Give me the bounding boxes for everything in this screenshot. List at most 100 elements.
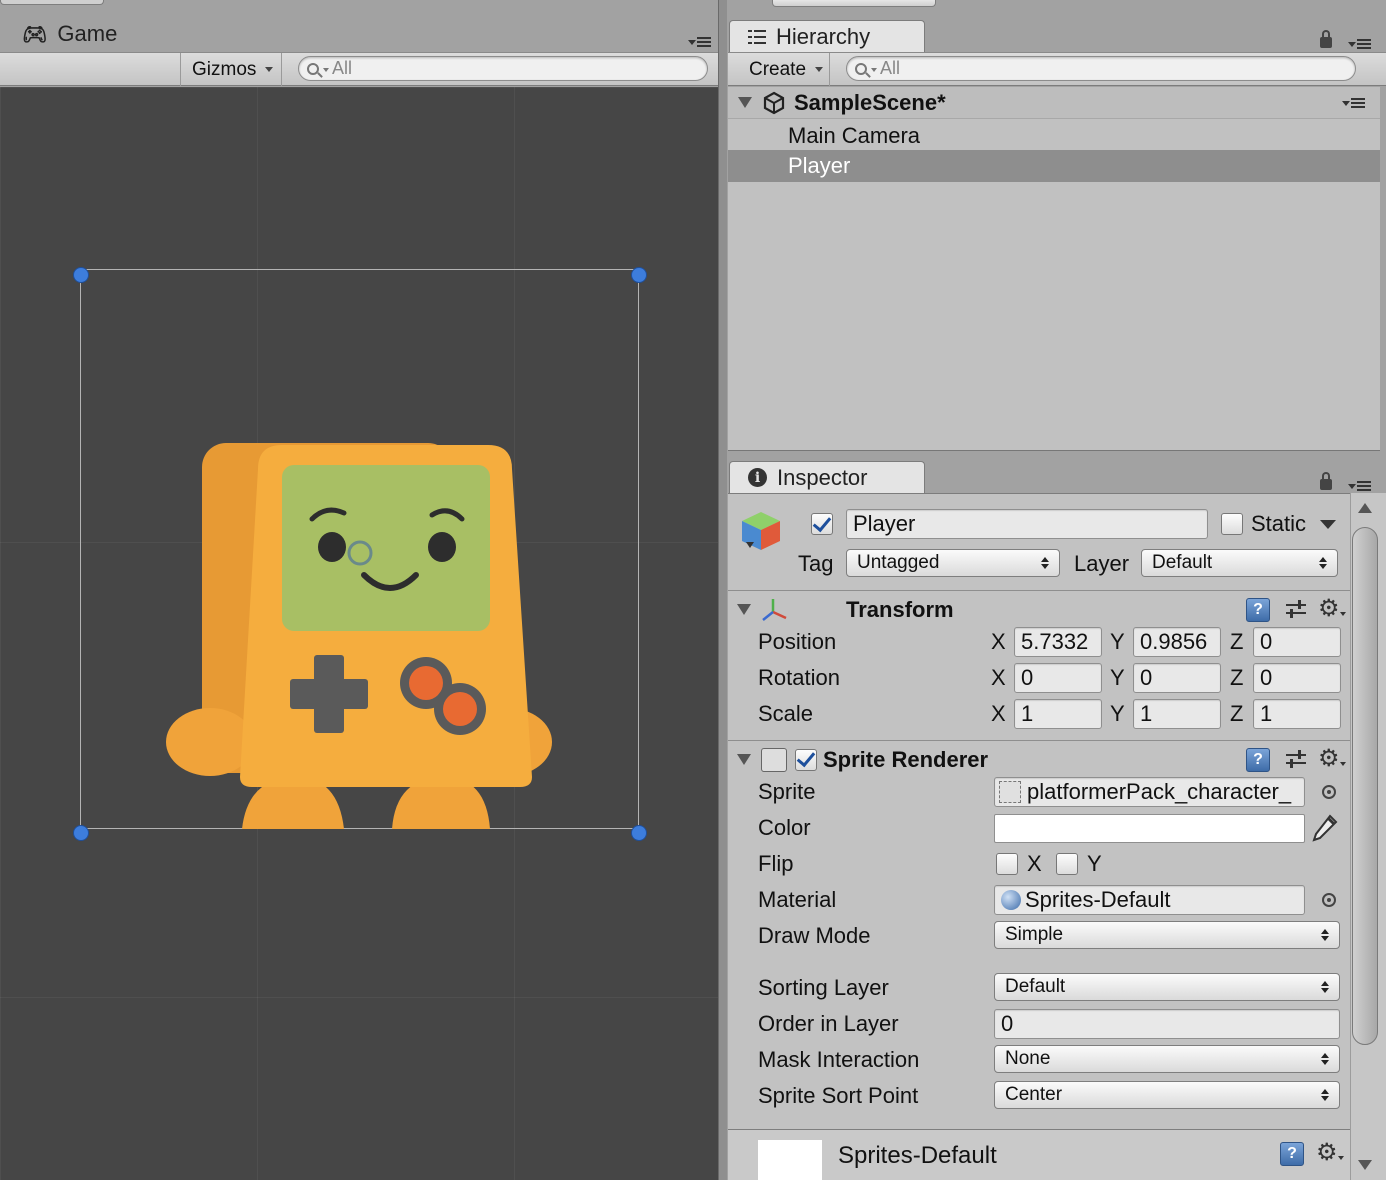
layer-value: Default bbox=[1152, 552, 1213, 573]
scale-z-field[interactable]: 1 bbox=[1253, 699, 1341, 729]
info-icon: i bbox=[748, 468, 767, 487]
rotation-y-value: 0 bbox=[1140, 665, 1153, 690]
top-toolbar-buttons[interactable] bbox=[772, 0, 936, 7]
sprite-renderer-enabled-checkbox[interactable] bbox=[795, 748, 817, 771]
help-book-icon[interactable]: ? bbox=[1246, 598, 1270, 622]
rotation-x-field[interactable]: 0 bbox=[1014, 663, 1102, 693]
sorting-layer-dropdown[interactable]: Default bbox=[994, 973, 1340, 1001]
rotation-y-field[interactable]: 0 bbox=[1133, 663, 1221, 693]
search-filter-caret-icon bbox=[871, 67, 877, 72]
position-x-field[interactable]: 5.7332 bbox=[1014, 627, 1102, 657]
rotation-z-field[interactable]: 0 bbox=[1253, 663, 1341, 693]
game-search-input[interactable]: All bbox=[298, 56, 708, 81]
position-label: Position bbox=[758, 629, 837, 654]
gameobject-active-checkbox[interactable] bbox=[811, 513, 833, 535]
preset-sliders-icon[interactable] bbox=[1284, 748, 1308, 772]
order-in-layer-field[interactable]: 0 bbox=[994, 1009, 1340, 1039]
tab-game[interactable]: 🎮︎ Game bbox=[0, 16, 160, 52]
layer-dropdown[interactable]: Default bbox=[1141, 549, 1338, 577]
scale-z-label: Z bbox=[1230, 701, 1244, 726]
material-value: Sprites-Default bbox=[1025, 887, 1171, 912]
sprite-renderer-header[interactable]: Sprite Renderer ? ⚙ bbox=[728, 740, 1350, 778]
help-book-icon[interactable]: ? bbox=[1246, 748, 1270, 772]
hierarchy-item-main-camera[interactable]: Main Camera bbox=[728, 120, 1380, 152]
sprite-renderer-title: Sprite Renderer bbox=[823, 746, 989, 772]
rect-handle-top-left[interactable] bbox=[73, 267, 89, 283]
gizmos-dropdown[interactable]: Gizmos bbox=[180, 53, 282, 86]
gear-caret-icon bbox=[1340, 762, 1346, 766]
material-asset-header[interactable]: Sprites-Default ? ⚙ bbox=[728, 1129, 1350, 1180]
tab-inspector-label: Inspector bbox=[777, 464, 868, 490]
panel-splitter[interactable] bbox=[718, 0, 727, 1180]
foldout-arrow-icon[interactable] bbox=[738, 97, 752, 108]
scroll-up-arrow-icon[interactable] bbox=[1358, 503, 1372, 513]
material-field[interactable]: Sprites-Default bbox=[994, 885, 1305, 915]
scene-row[interactable]: SampleScene* bbox=[728, 87, 1380, 119]
scale-x-field[interactable]: 1 bbox=[1014, 699, 1102, 729]
eyedropper-icon[interactable] bbox=[1310, 812, 1340, 844]
hierarchy-panel-menu-icon[interactable] bbox=[1348, 38, 1372, 52]
mask-interaction-dropdown[interactable]: None bbox=[994, 1045, 1340, 1073]
static-dropdown-icon[interactable] bbox=[1320, 520, 1336, 529]
updown-arrow-icon bbox=[1041, 557, 1049, 569]
hierarchy-tree: SampleScene* Main Camera Player bbox=[728, 87, 1380, 451]
game-panel-menu-icon[interactable] bbox=[688, 36, 712, 50]
sprite-field[interactable]: platformerPack_character_ bbox=[994, 777, 1305, 807]
tab-hierarchy[interactable]: Hierarchy bbox=[729, 20, 925, 52]
position-z-value: 0 bbox=[1260, 629, 1273, 654]
draw-mode-dropdown[interactable]: Simple bbox=[994, 921, 1340, 949]
rect-handle-top-right[interactable] bbox=[631, 267, 647, 283]
gear-caret-icon bbox=[1340, 612, 1346, 616]
rect-handle-bottom-right[interactable] bbox=[631, 825, 647, 841]
inspector-lock-icon[interactable] bbox=[1320, 472, 1332, 490]
color-label: Color bbox=[758, 815, 811, 840]
scale-y-label: Y bbox=[1110, 701, 1125, 726]
position-z-field[interactable]: 0 bbox=[1253, 627, 1341, 657]
gear-icon[interactable]: ⚙ bbox=[1316, 1140, 1340, 1164]
sprite-value: platformerPack_character_ bbox=[1027, 779, 1292, 804]
color-swatch[interactable] bbox=[994, 814, 1305, 843]
help-book-icon[interactable]: ? bbox=[1280, 1142, 1304, 1166]
hierarchy-item-label: Main Camera bbox=[788, 123, 921, 148]
object-picker-icon[interactable] bbox=[1322, 785, 1336, 799]
inspector-panel-menu-icon[interactable] bbox=[1348, 480, 1372, 494]
create-dropdown[interactable]: Create bbox=[738, 53, 830, 86]
position-y-label: Y bbox=[1110, 629, 1125, 654]
tag-value: Untagged bbox=[857, 552, 940, 573]
tab-inspector[interactable]: i Inspector bbox=[729, 461, 925, 493]
gear-icon[interactable]: ⚙ bbox=[1318, 746, 1342, 770]
player-sprite[interactable] bbox=[0, 87, 718, 1180]
flip-y-checkbox[interactable] bbox=[1056, 853, 1078, 875]
transform-header[interactable]: Transform ? ⚙ bbox=[728, 590, 1350, 628]
scale-y-field[interactable]: 1 bbox=[1133, 699, 1221, 729]
scene-menu-icon[interactable] bbox=[1342, 97, 1366, 111]
hierarchy-item-label: Player bbox=[788, 153, 851, 178]
tag-label: Tag bbox=[798, 551, 834, 576]
gear-icon[interactable]: ⚙ bbox=[1318, 596, 1342, 620]
game-viewport[interactable] bbox=[0, 87, 718, 1180]
sprite-sort-point-dropdown[interactable]: Center bbox=[994, 1081, 1340, 1109]
rotation-z-value: 0 bbox=[1260, 665, 1273, 690]
flip-x-checkbox[interactable] bbox=[996, 853, 1018, 875]
position-y-field[interactable]: 0.9856 bbox=[1133, 627, 1221, 657]
flip-x-label: X bbox=[1027, 851, 1042, 876]
position-x-label: X bbox=[991, 629, 1006, 654]
foldout-arrow-icon[interactable] bbox=[737, 754, 751, 765]
static-checkbox[interactable] bbox=[1221, 513, 1243, 535]
layer-label: Layer bbox=[1074, 551, 1130, 576]
scale-x-label: X bbox=[991, 701, 1006, 726]
object-picker-icon[interactable] bbox=[1322, 893, 1336, 907]
unity-logo-icon bbox=[763, 91, 785, 114]
gameobject-name-field[interactable]: Player bbox=[846, 509, 1208, 539]
material-label: Material bbox=[758, 887, 837, 912]
hierarchy-search-input[interactable]: All bbox=[846, 56, 1356, 81]
scroll-down-arrow-icon[interactable] bbox=[1358, 1160, 1372, 1170]
preset-sliders-icon[interactable] bbox=[1284, 598, 1308, 622]
rect-handle-bottom-left[interactable] bbox=[73, 825, 89, 841]
hierarchy-lock-icon[interactable] bbox=[1320, 30, 1332, 48]
hierarchy-item-player[interactable]: Player bbox=[728, 150, 1380, 182]
top-left-button[interactable] bbox=[0, 0, 104, 5]
foldout-arrow-icon[interactable] bbox=[737, 604, 751, 615]
inspector-scrollbar-thumb[interactable] bbox=[1352, 527, 1378, 1045]
tag-dropdown[interactable]: Untagged bbox=[846, 549, 1060, 577]
